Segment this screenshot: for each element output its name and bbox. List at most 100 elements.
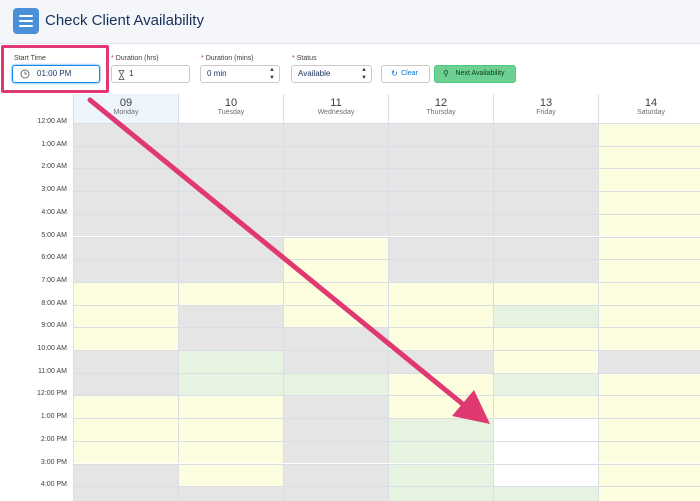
time-slot[interactable]	[388, 123, 493, 146]
time-slot[interactable]	[283, 213, 388, 237]
time-slot[interactable]	[493, 236, 598, 260]
time-slot[interactable]	[73, 327, 178, 350]
status-select[interactable]: Available ▲ ▼	[291, 65, 372, 83]
time-slot[interactable]	[388, 304, 493, 328]
time-slot[interactable]	[178, 236, 283, 260]
time-slot[interactable]	[73, 259, 178, 282]
time-slot[interactable]	[283, 191, 388, 214]
time-slot[interactable]	[283, 304, 388, 328]
time-slot[interactable]	[598, 213, 700, 237]
time-slot[interactable]	[388, 350, 493, 373]
time-slot[interactable]	[73, 463, 178, 487]
time-slot[interactable]	[73, 418, 178, 441]
time-slot[interactable]	[388, 191, 493, 214]
time-slot[interactable]	[73, 304, 178, 328]
time-slot[interactable]	[73, 281, 178, 305]
time-slot[interactable]	[178, 281, 283, 305]
time-slot[interactable]	[493, 372, 598, 396]
time-slot[interactable]	[493, 145, 598, 169]
time-slot[interactable]	[178, 350, 283, 373]
duration-mins-select[interactable]: 0 min ▲ ▼	[200, 65, 280, 83]
time-slot[interactable]	[73, 236, 178, 260]
time-slot[interactable]	[388, 168, 493, 192]
time-slot[interactable]	[283, 372, 388, 396]
time-slot[interactable]	[598, 350, 700, 373]
time-slot[interactable]	[178, 440, 283, 464]
time-slot[interactable]	[283, 486, 388, 501]
time-slot[interactable]	[283, 463, 388, 487]
time-slot[interactable]	[493, 463, 598, 487]
time-slot[interactable]	[178, 395, 283, 419]
time-slot[interactable]	[178, 213, 283, 237]
time-slot[interactable]	[178, 372, 283, 396]
time-slot[interactable]	[283, 281, 388, 305]
time-slot[interactable]	[283, 145, 388, 169]
time-slot[interactable]	[598, 236, 700, 260]
time-slot[interactable]	[283, 259, 388, 282]
time-slot[interactable]	[598, 259, 700, 282]
time-slot[interactable]	[493, 486, 598, 501]
time-slot[interactable]	[178, 191, 283, 214]
time-slot[interactable]	[73, 350, 178, 373]
time-slot[interactable]	[73, 372, 178, 396]
time-slot[interactable]	[178, 145, 283, 169]
time-slot[interactable]	[598, 168, 700, 192]
time-slot[interactable]	[598, 145, 700, 169]
time-slot[interactable]	[73, 395, 178, 419]
time-slot[interactable]	[73, 191, 178, 214]
time-slot[interactable]	[598, 372, 700, 396]
time-slot[interactable]	[178, 259, 283, 282]
time-slot[interactable]	[283, 236, 388, 260]
time-slot[interactable]	[388, 327, 493, 350]
time-slot[interactable]	[598, 463, 700, 487]
time-slot[interactable]	[388, 418, 493, 441]
time-slot[interactable]	[493, 350, 598, 373]
time-slot[interactable]	[493, 213, 598, 237]
time-slot[interactable]	[178, 418, 283, 441]
time-slot[interactable]	[283, 350, 388, 373]
time-slot[interactable]	[493, 440, 598, 464]
time-slot[interactable]	[388, 259, 493, 282]
time-slot[interactable]	[73, 440, 178, 464]
time-slot[interactable]	[598, 440, 700, 464]
time-slot[interactable]	[283, 440, 388, 464]
time-slot[interactable]	[73, 486, 178, 501]
time-slot[interactable]	[73, 213, 178, 237]
time-slot[interactable]	[598, 486, 700, 501]
time-slot[interactable]	[493, 168, 598, 192]
time-slot[interactable]	[388, 372, 493, 396]
time-slot[interactable]	[388, 440, 493, 464]
time-slot[interactable]	[388, 281, 493, 305]
time-slot[interactable]	[493, 418, 598, 441]
time-slot[interactable]	[178, 304, 283, 328]
menu-icon[interactable]	[13, 8, 39, 34]
time-slot[interactable]	[388, 236, 493, 260]
time-slot[interactable]	[598, 418, 700, 441]
time-slot[interactable]	[598, 395, 700, 419]
time-slot[interactable]	[178, 168, 283, 192]
time-slot[interactable]	[283, 123, 388, 146]
time-slot[interactable]	[598, 281, 700, 305]
time-slot[interactable]	[388, 486, 493, 501]
time-slot[interactable]	[283, 168, 388, 192]
time-slot[interactable]	[73, 145, 178, 169]
time-slot[interactable]	[598, 304, 700, 328]
time-slot[interactable]	[178, 486, 283, 501]
time-slot[interactable]	[493, 304, 598, 328]
time-slot[interactable]	[493, 259, 598, 282]
time-slot[interactable]	[493, 123, 598, 146]
time-slot[interactable]	[178, 463, 283, 487]
next-availability-button[interactable]: ⚲ Next Availability	[434, 65, 516, 83]
duration-hrs-input[interactable]: 1	[111, 65, 190, 83]
time-slot[interactable]	[73, 123, 178, 146]
time-slot[interactable]	[178, 327, 283, 350]
time-slot[interactable]	[73, 168, 178, 192]
time-slot[interactable]	[388, 463, 493, 487]
time-slot[interactable]	[388, 395, 493, 419]
time-slot[interactable]	[283, 418, 388, 441]
time-slot[interactable]	[388, 145, 493, 169]
time-slot[interactable]	[388, 213, 493, 237]
time-slot[interactable]	[493, 191, 598, 214]
time-slot[interactable]	[493, 281, 598, 305]
time-slot[interactable]	[283, 327, 388, 350]
